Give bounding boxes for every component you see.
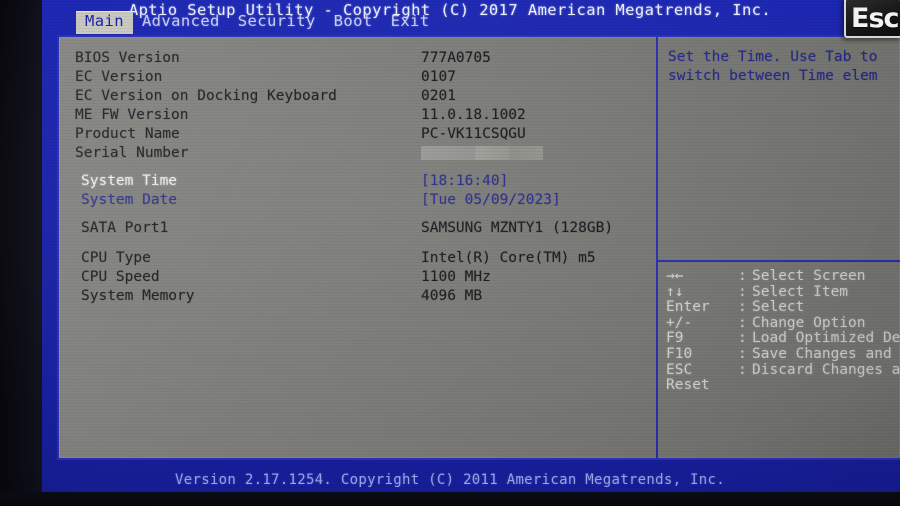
- label-ec-version: EC Version: [75, 69, 163, 85]
- tab-main[interactable]: Main: [76, 11, 133, 34]
- key-legend-row: ESC: Discard Changes a: [666, 361, 900, 379]
- tab-exit[interactable]: Exit: [382, 11, 439, 34]
- key-desc-save-changes: Save Changes and: [752, 345, 892, 362]
- label-product-name: Product Name: [75, 126, 180, 142]
- label-cpu-speed: CPU Speed: [81, 269, 160, 285]
- value-ec-version: 0107: [421, 69, 456, 85]
- label-me-fw-version: ME FW Version: [75, 107, 189, 123]
- key-arrows-vertical: ↑↓: [666, 283, 684, 300]
- bios-screen: Aptio Setup Utility - Copyright (C) 2017…: [0, 0, 900, 506]
- help-text-line-1: Set the Time. Use Tab to: [668, 49, 878, 65]
- key-legend-row: F9: Load Optimized De: [666, 331, 900, 347]
- key-legend: →←: Select Screen ↑↓: Select Item Enter: Se…: [666, 269, 900, 394]
- value-sata-port1: SAMSUNG MZNTY1 (128GB): [421, 220, 614, 236]
- key-desc-select-item: Select Item: [752, 283, 849, 300]
- key-arrows-horizontal: →←: [666, 269, 684, 284]
- key-reset: Reset: [666, 377, 710, 394]
- value-system-memory: 4096 MB: [421, 288, 483, 304]
- key-desc-discard-changes: Discard Changes a: [752, 361, 900, 378]
- monitor-bezel-left: [0, 0, 42, 506]
- key-desc-load-defaults: Load Optimized De: [752, 330, 900, 347]
- value-system-date[interactable]: [Tue 05/09/2023]: [421, 191, 561, 209]
- help-key-divider: [658, 260, 900, 262]
- key-esc: ESC: [666, 361, 693, 378]
- value-ec-version-docking: 0201: [421, 88, 456, 104]
- escape-keycap[interactable]: Esc: [844, 0, 900, 38]
- monitor-bezel-bottom: [0, 492, 900, 506]
- key-colon: :: [738, 299, 747, 316]
- tab-advanced[interactable]: Advanced: [133, 11, 229, 34]
- key-colon: :: [738, 283, 747, 300]
- bios-screen-photo: Aptio Setup Utility - Copyright (C) 2017…: [0, 0, 900, 506]
- label-sata-port1[interactable]: SATA Port1: [81, 219, 168, 237]
- escape-keycap-label: Esc: [851, 2, 900, 34]
- key-legend-row: →←: Select Screen: [666, 269, 900, 285]
- key-desc-select-screen: Select Screen: [752, 269, 866, 284]
- help-text-line-2: switch between Time elem: [668, 68, 878, 84]
- key-legend-row: Enter: Select: [666, 299, 900, 316]
- label-system-time[interactable]: System Time: [81, 172, 177, 190]
- value-bios-version: 777A0705: [421, 50, 491, 66]
- key-colon: :: [738, 269, 747, 284]
- key-colon: :: [738, 361, 747, 378]
- value-system-time[interactable]: [18:16:40]: [421, 172, 508, 190]
- footer-version: Version 2.17.1254. Copyright (C) 2011 Am…: [175, 472, 725, 488]
- key-desc-select: Select: [752, 299, 805, 316]
- value-me-fw-version: 11.0.18.1002: [421, 107, 526, 123]
- label-serial-number: Serial Number: [75, 145, 189, 161]
- label-bios-version: BIOS Version: [75, 50, 180, 66]
- serial-number-redaction: [421, 146, 543, 160]
- tab-boot[interactable]: Boot: [325, 11, 382, 34]
- key-legend-row: F10: Save Changes and: [666, 345, 900, 363]
- key-legend-row: Reset: [666, 378, 900, 394]
- label-ec-version-docking: EC Version on Docking Keyboard: [75, 88, 337, 104]
- key-colon: :: [738, 330, 747, 347]
- label-cpu-type: CPU Type: [81, 250, 151, 266]
- menu-tab-bar[interactable]: Main Advanced Security Boot Exit: [76, 11, 439, 34]
- help-pane: Set the Time. Use Tab to switch between …: [658, 37, 900, 458]
- key-desc-change-option: Change Option: [752, 314, 866, 331]
- key-colon: :: [738, 345, 747, 362]
- main-settings-pane: BIOS Version 777A0705 EC Version 0107 EC…: [59, 37, 656, 458]
- key-colon: :: [738, 314, 747, 331]
- help-text: Set the Time. Use Tab to switch between …: [668, 48, 900, 86]
- setup-window: BIOS Version 777A0705 EC Version 0107 EC…: [57, 35, 900, 460]
- key-enter: Enter: [666, 299, 710, 316]
- value-cpu-type: Intel(R) Core(TM) m5: [421, 250, 596, 266]
- tab-security[interactable]: Security: [229, 11, 325, 34]
- value-cpu-speed: 1100 MHz: [421, 269, 491, 285]
- label-system-memory: System Memory: [81, 288, 195, 304]
- key-legend-row: ↑↓: Select Item: [666, 283, 900, 301]
- key-f9: F9: [666, 330, 684, 347]
- value-product-name: PC-VK11CSQGU: [421, 126, 526, 142]
- label-system-date[interactable]: System Date: [81, 191, 177, 209]
- key-f10: F10: [666, 345, 693, 362]
